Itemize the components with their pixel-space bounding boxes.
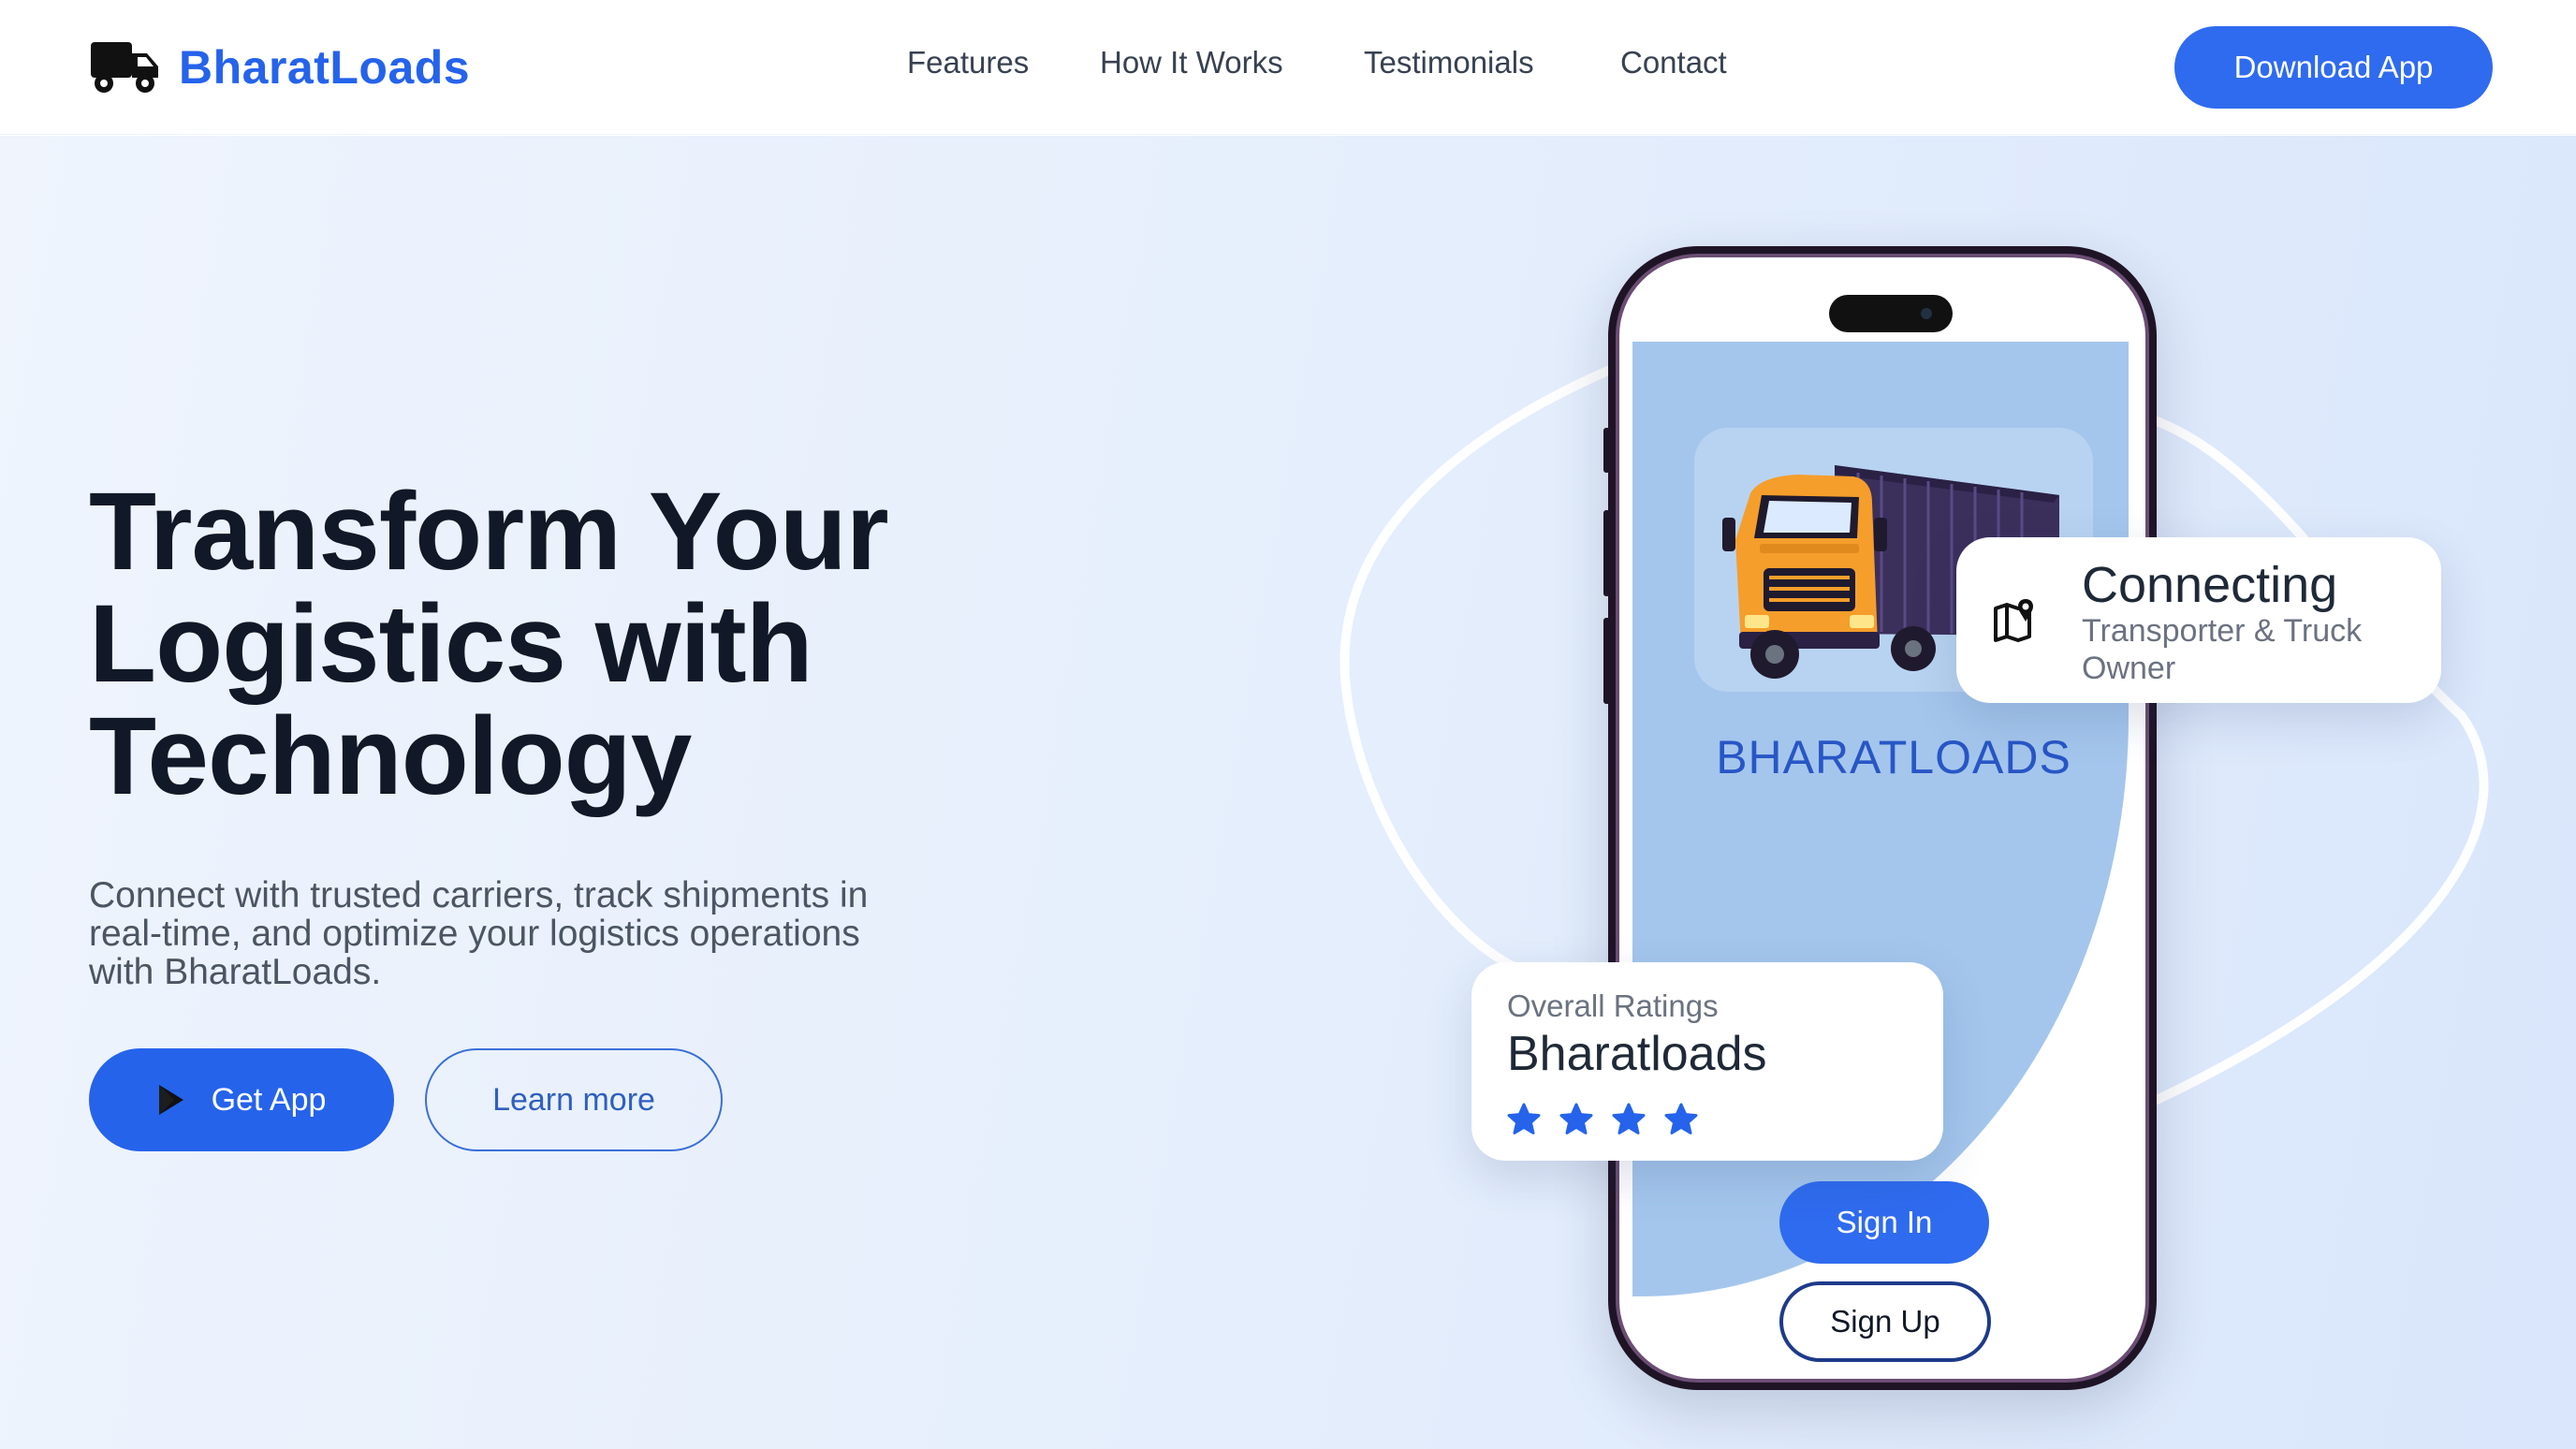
- get-app-button[interactable]: Get App: [89, 1048, 394, 1151]
- connecting-subtitle: Transporter & Truck Owner: [2082, 613, 2363, 686]
- star-icon: [1559, 1103, 1593, 1134]
- subtitle-line-3: with BharatLoads.: [89, 952, 382, 992]
- headline-line-3: Technology: [89, 695, 692, 818]
- headline-line-2: Logistics with: [89, 582, 813, 706]
- get-app-label: Get App: [211, 1081, 327, 1118]
- nav-link-how-it-works[interactable]: How It Works: [1100, 45, 1283, 80]
- star-icon: [1664, 1103, 1698, 1134]
- hero-section: Transform Your Logistics with Technology…: [0, 136, 2576, 1449]
- learn-more-button[interactable]: Learn more: [425, 1048, 723, 1151]
- subtitle-line-2: real-time, and optimize your logistics o…: [89, 914, 860, 954]
- phone-screen: BHARATLOADS Sign In Sign Up: [1616, 254, 2149, 1383]
- nav-link-contact[interactable]: Contact: [1620, 45, 1727, 80]
- brand-name: BharatLoads: [179, 41, 471, 94]
- phone-mockup: BHARATLOADS Sign In Sign Up: [1608, 246, 2157, 1390]
- hero-subtitle: Connect with trusted carriers, track shi…: [89, 876, 1119, 991]
- headline-line-1: Transform Your: [89, 470, 889, 593]
- ratings-card: Overall Ratings Bharatloads: [1471, 962, 1943, 1161]
- truck-icon: [91, 42, 158, 93]
- star-icon: [1507, 1103, 1541, 1134]
- nav-link-testimonials[interactable]: Testimonials: [1364, 45, 1534, 80]
- map-pin-icon: [1994, 599, 2033, 642]
- top-nav: BharatLoads Features How It Works Testim…: [0, 0, 2576, 135]
- play-store-icon: [158, 1085, 183, 1115]
- ratings-label: Overall Ratings: [1507, 988, 1719, 1023]
- brand-logo[interactable]: BharatLoads: [89, 36, 470, 99]
- camera-icon: [1921, 308, 1932, 319]
- download-app-button[interactable]: Download App: [2174, 26, 2493, 109]
- app-name: BHARATLOADS: [1716, 731, 2071, 783]
- hero-headline: Transform Your Logistics with Technology: [89, 476, 1165, 812]
- ratings-name: Bharatloads: [1507, 1027, 1767, 1081]
- dynamic-island: [1829, 295, 1953, 332]
- subtitle-line-1: Connect with trusted carriers, track shi…: [89, 875, 869, 915]
- nav-link-features[interactable]: Features: [907, 45, 1029, 80]
- connecting-title: Connecting: [2082, 557, 2338, 613]
- star-icon: [1612, 1103, 1646, 1134]
- star-rating: [1507, 1103, 1717, 1136]
- sign-in-button[interactable]: Sign In: [1779, 1181, 1989, 1264]
- connecting-card: Connecting Transporter & Truck Owner: [1956, 537, 2441, 703]
- sign-up-button[interactable]: Sign Up: [1779, 1281, 1991, 1362]
